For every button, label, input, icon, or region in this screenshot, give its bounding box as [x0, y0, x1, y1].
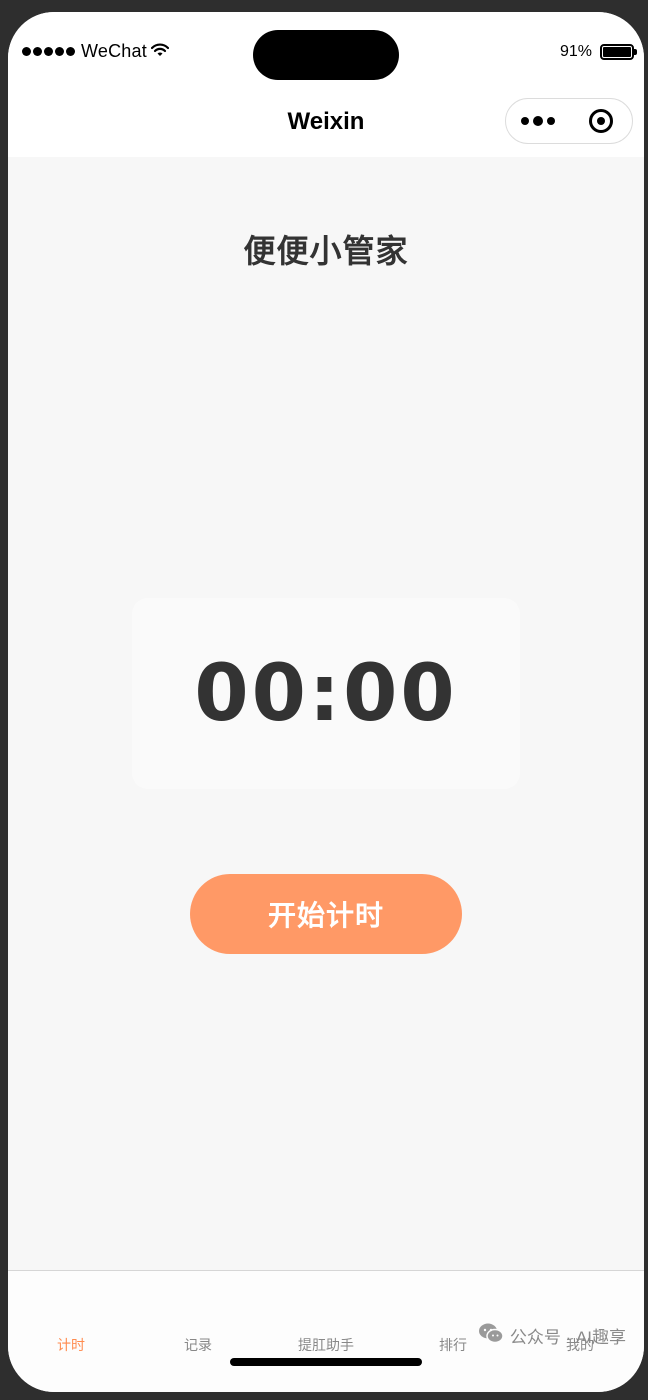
start-timer-button[interactable]: 开始计时	[190, 874, 462, 954]
carrier-label: WeChat	[81, 41, 147, 61]
timer-display: 00:00	[194, 648, 458, 739]
watermark: 公众号 · AI趣享	[478, 1322, 626, 1349]
dynamic-island	[253, 30, 399, 80]
miniprogram-capsule	[505, 98, 633, 144]
tab-timer[interactable]: 计时	[21, 1335, 121, 1355]
more-dots-icon[interactable]	[506, 99, 569, 143]
battery-icon	[600, 44, 637, 60]
watermark-text: 公众号 · AI趣享	[509, 1328, 626, 1347]
timer-card: 00:00	[132, 598, 520, 789]
home-indicator[interactable]	[230, 1358, 422, 1366]
signal-dots-icon	[22, 47, 75, 56]
page-title: 便便小管家	[243, 233, 409, 269]
status-bar-left: WeChat	[22, 41, 170, 62]
wechat-icon	[478, 1322, 504, 1349]
close-target-icon[interactable]	[569, 99, 632, 143]
tab-records[interactable]: 记录	[148, 1335, 248, 1355]
tab-kegel-helper[interactable]: 提肛助手	[276, 1335, 376, 1355]
battery-percentage: 91%	[559, 43, 592, 60]
wifi-icon	[150, 41, 170, 62]
status-bar-right: 91%	[559, 43, 637, 61]
phone-screen: WeChat 91% Weixin 便便小管家 00:00 开始计时 计时 记录…	[8, 12, 644, 1392]
